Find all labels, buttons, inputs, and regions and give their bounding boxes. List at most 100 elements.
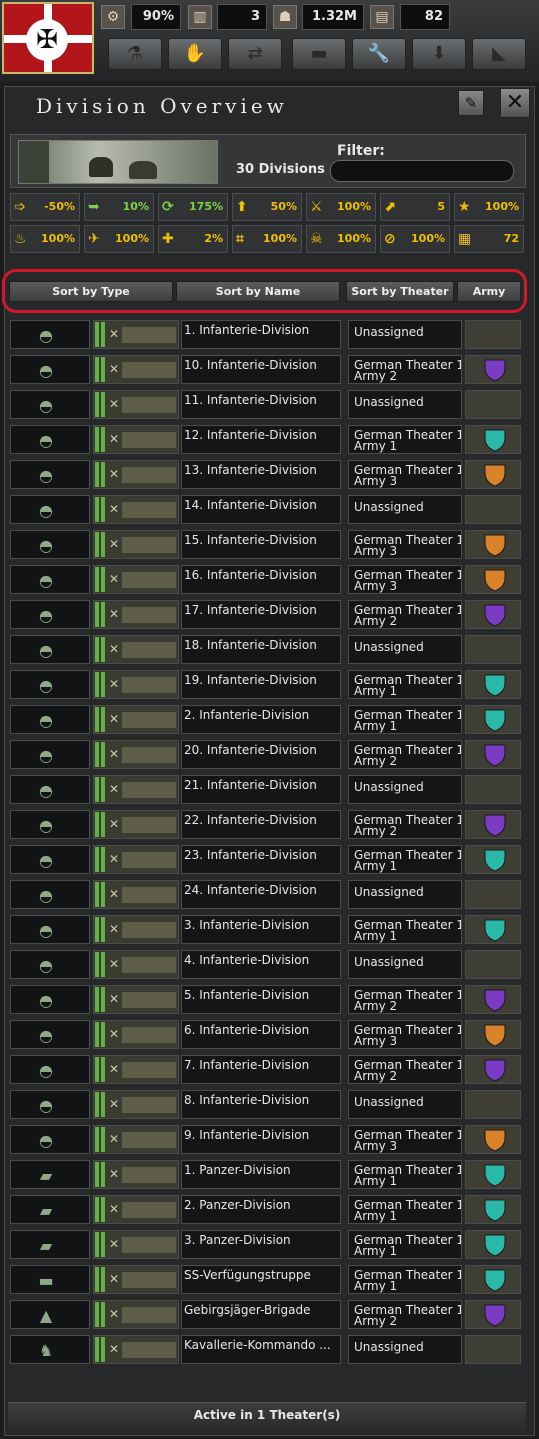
division-row[interactable]: ◓ ✕ 5. Infanterie-Division German Theater 1…	[8, 983, 526, 1016]
division-name[interactable]: SS-Verfügungstruppe	[181, 1265, 341, 1294]
close-button[interactable]: ✕	[500, 88, 530, 118]
sort-by-type-button[interactable]: Sort by Type	[9, 281, 173, 302]
army-cell[interactable]	[465, 1125, 521, 1154]
army-cell[interactable]	[465, 530, 521, 559]
division-type-cell[interactable]: ◓	[10, 1020, 90, 1049]
modifier-entrenchment[interactable]: ⬈ 5	[380, 193, 450, 221]
army-cell[interactable]	[465, 915, 521, 944]
division-type-cell[interactable]: ◓	[10, 985, 90, 1014]
army-cell[interactable]	[465, 1300, 521, 1329]
army-cell[interactable]	[465, 1055, 521, 1084]
division-name[interactable]: 3. Panzer-Division	[181, 1230, 341, 1259]
division-row[interactable]: ◓ ✕ 11. Infanterie-Division Unassigned	[8, 388, 526, 421]
division-row[interactable]: ◓ ✕ 15. Infanterie-Division German Theater …	[8, 528, 526, 561]
division-row[interactable]: ◓ ✕ 23. Infanterie-Division German Theater …	[8, 843, 526, 876]
sort-by-name-button[interactable]: Sort by Name	[176, 281, 340, 302]
division-name[interactable]: 2. Infanterie-Division	[181, 705, 341, 734]
division-name[interactable]: 19. Infanterie-Division	[181, 670, 341, 699]
diplomacy-button[interactable]: ✋	[168, 38, 222, 70]
division-theater[interactable]: Unassigned	[348, 950, 462, 979]
division-type-cell[interactable]: ◓	[10, 950, 90, 979]
division-name[interactable]: 11. Infanterie-Division	[181, 390, 341, 419]
army-cell[interactable]	[465, 740, 521, 769]
modifier-organization[interactable]: ➩ -50%	[10, 193, 80, 221]
division-theater[interactable]: German Theater 1 Army 1	[348, 1265, 462, 1294]
modifier-no-entry[interactable]: ⊘ 100%	[380, 225, 450, 253]
division-name[interactable]: 23. Infanterie-Division	[181, 845, 341, 874]
division-row[interactable]: ◓ ✕ 14. Infanterie-Division Unassigned	[8, 493, 526, 526]
army-cell[interactable]	[465, 985, 521, 1014]
army-cell[interactable]	[465, 670, 521, 699]
division-theater[interactable]: German Theater 1 Army 2	[348, 985, 462, 1014]
division-theater[interactable]: German Theater 1 Army 1	[348, 1230, 462, 1259]
division-type-cell[interactable]: ◓	[10, 740, 90, 769]
division-name[interactable]: 15. Infanterie-Division	[181, 530, 341, 559]
division-theater[interactable]: German Theater 1 Army 3	[348, 1020, 462, 1049]
division-name[interactable]: 18. Infanterie-Division	[181, 635, 341, 664]
division-row[interactable]: ◓ ✕ 4. Infanterie-Division Unassigned	[8, 948, 526, 981]
division-type-cell[interactable]: ◓	[10, 880, 90, 909]
trade-button[interactable]: ⇄	[228, 38, 282, 70]
division-row[interactable]: ◓ ✕ 20. Infanterie-Division German Theater …	[8, 738, 526, 771]
division-row[interactable]: ◓ ✕ 16. Infanterie-Division German Theater …	[8, 563, 526, 596]
army-cell[interactable]	[465, 1335, 521, 1364]
division-theater[interactable]: Unassigned	[348, 1090, 462, 1119]
division-theater[interactable]: German Theater 1 Army 2	[348, 600, 462, 629]
division-theater[interactable]: German Theater 1 Army 2	[348, 355, 462, 384]
division-name[interactable]: 7. Infanterie-Division	[181, 1055, 341, 1084]
division-type-cell[interactable]: ◓	[10, 1055, 90, 1084]
army-cell[interactable]	[465, 600, 521, 629]
division-name[interactable]: 1. Panzer-Division	[181, 1160, 341, 1189]
division-row[interactable]: ◓ ✕ 2. Infanterie-Division German Theater 1…	[8, 703, 526, 736]
army-cell[interactable]	[465, 1195, 521, 1224]
army-cell[interactable]	[465, 810, 521, 839]
division-row[interactable]: ♞ ✕ Kavallerie-Kommando ... Unassigned	[8, 1333, 526, 1366]
division-type-cell[interactable]: ◓	[10, 635, 90, 664]
army-cell[interactable]	[465, 495, 521, 524]
division-row[interactable]: ◓ ✕ 8. Infanterie-Division Unassigned	[8, 1088, 526, 1121]
modifier-equipment[interactable]: ▦ 72	[454, 225, 524, 253]
division-theater[interactable]: German Theater 1 Army 1	[348, 1160, 462, 1189]
logistics-button[interactable]: ◣	[472, 38, 526, 70]
division-theater[interactable]: Unassigned	[348, 320, 462, 349]
army-cell[interactable]	[465, 880, 521, 909]
modifier-recovery[interactable]: ⌗ 100%	[232, 225, 302, 253]
army-cell[interactable]	[465, 1020, 521, 1049]
division-type-cell[interactable]: ◓	[10, 1125, 90, 1154]
division-theater[interactable]: German Theater 1 Army 3	[348, 460, 462, 489]
country-flag[interactable]: ✠	[2, 2, 94, 74]
army-cell[interactable]	[465, 1230, 521, 1259]
division-row[interactable]: ◓ ✕ 6. Infanterie-Division German Theater 1…	[8, 1018, 526, 1051]
division-type-cell[interactable]: ◓	[10, 390, 90, 419]
sort-by-army-button[interactable]: Army	[457, 281, 521, 302]
division-name[interactable]: 3. Infanterie-Division	[181, 915, 341, 944]
division-type-cell[interactable]: ◓	[10, 460, 90, 489]
division-theater[interactable]: Unassigned	[348, 390, 462, 419]
modifier-supply[interactable]: ⬆ 50%	[232, 193, 302, 221]
division-theater[interactable]: German Theater 1 Army 1	[348, 425, 462, 454]
division-name[interactable]: 10. Infanterie-Division	[181, 355, 341, 384]
division-type-cell[interactable]: ◓	[10, 845, 90, 874]
division-name[interactable]: 9. Infanterie-Division	[181, 1125, 341, 1154]
division-row[interactable]: ▲ ✕ Gebirgsjäger-Brigade German Theater 1 Ar…	[8, 1298, 526, 1331]
division-theater[interactable]: Unassigned	[348, 1335, 462, 1364]
division-theater[interactable]: German Theater 1 Army 3	[348, 565, 462, 594]
division-name[interactable]: 4. Infanterie-Division	[181, 950, 341, 979]
army-cell[interactable]	[465, 705, 521, 734]
army-cell[interactable]	[465, 565, 521, 594]
construction-button[interactable]: 🔧	[352, 38, 406, 70]
division-theater[interactable]: German Theater 1 Army 3	[348, 1125, 462, 1154]
army-cell[interactable]	[465, 1265, 521, 1294]
division-name[interactable]: 14. Infanterie-Division	[181, 495, 341, 524]
division-theater[interactable]: German Theater 1 Army 1	[348, 915, 462, 944]
division-name[interactable]: 2. Panzer-Division	[181, 1195, 341, 1224]
division-type-cell[interactable]: ▰	[10, 1230, 90, 1259]
division-type-cell[interactable]: ◓	[10, 705, 90, 734]
division-row[interactable]: ◓ ✕ 17. Infanterie-Division German Theater …	[8, 598, 526, 631]
division-type-cell[interactable]: ♞	[10, 1335, 90, 1364]
division-row[interactable]: ◓ ✕ 7. Infanterie-Division German Theater 1…	[8, 1053, 526, 1086]
division-type-cell[interactable]: ◓	[10, 1090, 90, 1119]
division-type-cell[interactable]: ◓	[10, 320, 90, 349]
division-name[interactable]: Kavallerie-Kommando ...	[181, 1335, 341, 1364]
edit-button[interactable]: ✎	[458, 90, 484, 116]
